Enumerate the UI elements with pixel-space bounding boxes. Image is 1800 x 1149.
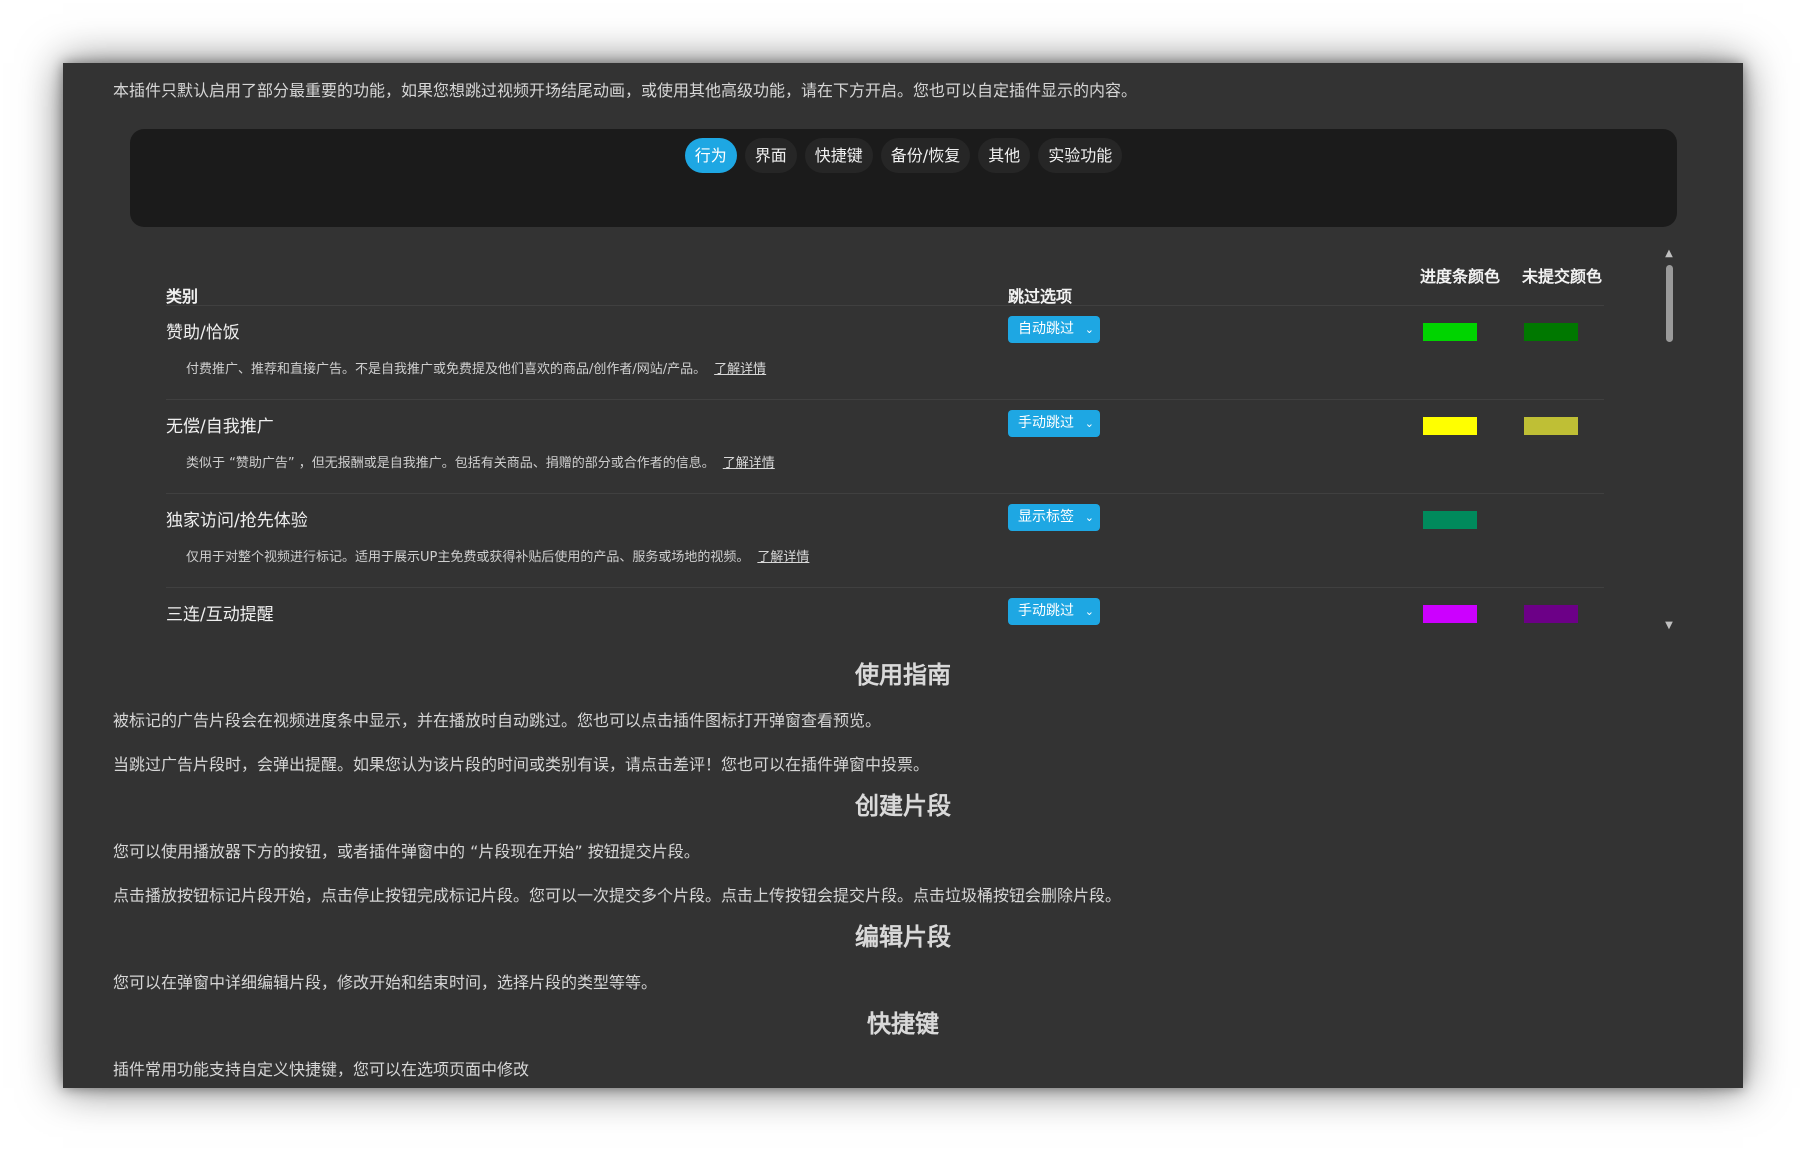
tab-backup-restore[interactable]: 备份/恢复 bbox=[880, 138, 971, 173]
learn-more-link[interactable]: 了解详情 bbox=[714, 362, 766, 377]
chevron-down-icon: ⌄ bbox=[1084, 605, 1094, 618]
header-skip-option: 跳过选项 bbox=[1008, 287, 1073, 306]
skip-option-select[interactable]: 手动跳过 ⌄ bbox=[1008, 598, 1100, 625]
unsubmitted-color-swatch[interactable] bbox=[1524, 323, 1578, 341]
tab-other[interactable]: 其他 bbox=[978, 138, 1031, 173]
table-scrollbar[interactable]: ▲ ▼ bbox=[1663, 248, 1675, 638]
tab-interface[interactable]: 界面 bbox=[744, 138, 797, 173]
paragraph: 您可以在弹窗中详细编辑片段，修改开始和结束时间，选择片段的类型等等。 bbox=[113, 973, 658, 992]
table-row: 无偿/自我推广 类似于 “赞助广告” ，但无报酬或是自我推广。包括有关商品、捐赠… bbox=[166, 400, 1604, 494]
unsubmitted-color-swatch[interactable] bbox=[1524, 605, 1578, 623]
chevron-down-icon: ⌄ bbox=[1084, 323, 1094, 336]
select-value: 手动跳过 bbox=[1018, 415, 1074, 431]
select-value: 手动跳过 bbox=[1018, 603, 1074, 619]
unsubmitted-color-swatch[interactable] bbox=[1524, 417, 1578, 435]
section-title-create-segment: 创建片段 bbox=[855, 792, 951, 820]
bar-color-swatch[interactable] bbox=[1423, 323, 1477, 341]
select-value: 显示标签 bbox=[1018, 509, 1074, 525]
scroll-up-arrow-icon[interactable]: ▲ bbox=[1663, 248, 1675, 259]
header-category: 类别 bbox=[166, 287, 199, 306]
section-title-usage-guide: 使用指南 bbox=[855, 661, 951, 689]
description-text: 仅用于对整个视频进行标记。适用于展示UP主免费或获得补贴后使用的产品、服务或场地… bbox=[186, 550, 750, 565]
category-name: 无偿/自我推广 bbox=[166, 417, 274, 437]
category-description: 类似于 “赞助广告” ，但无报酬或是自我推广。包括有关商品、捐赠的部分或合作者的… bbox=[186, 452, 775, 471]
header-bar-color: 进度条颜色 bbox=[1420, 267, 1501, 286]
description-text: 付费推广、推荐和直接广告。不是自我推广或免费提及他们喜欢的商品/创作者/网站/产… bbox=[186, 362, 707, 377]
learn-more-link[interactable]: 了解详情 bbox=[757, 550, 809, 565]
category-name: 独家访问/抢先体验 bbox=[166, 511, 308, 531]
description-text: 类似于 “赞助广告” ，但无报酬或是自我推广。包括有关商品、捐赠的部分或合作者的… bbox=[186, 456, 715, 471]
paragraph: 您可以使用播放器下方的按钮，或者插件弹窗中的 “片段现在开始” 按钮提交片段。 bbox=[113, 842, 700, 861]
skip-option-select[interactable]: 手动跳过 ⌄ bbox=[1008, 410, 1100, 437]
scroll-down-arrow-icon[interactable]: ▼ bbox=[1663, 620, 1675, 631]
bar-color-swatch[interactable] bbox=[1423, 511, 1477, 529]
scrollbar-thumb[interactable] bbox=[1666, 265, 1673, 342]
bar-color-swatch[interactable] bbox=[1423, 605, 1477, 623]
skip-option-select[interactable]: 显示标签 ⌄ bbox=[1008, 504, 1100, 531]
tab-bar: 行为 界面 快捷键 备份/恢复 其他 实验功能 bbox=[130, 129, 1677, 227]
category-description: 付费推广、推荐和直接广告。不是自我推广或免费提及他们喜欢的商品/创作者/网站/产… bbox=[186, 358, 766, 377]
skip-option-select[interactable]: 自动跳过 ⌄ bbox=[1008, 316, 1100, 343]
tab-experimental[interactable]: 实验功能 bbox=[1038, 138, 1123, 173]
category-name: 三连/互动提醒 bbox=[166, 605, 274, 625]
table-header: 类别 跳过选项 进度条颜色 未提交颜色 bbox=[166, 255, 1604, 306]
category-name: 赞助/恰饭 bbox=[166, 323, 240, 343]
tab-shortcuts[interactable]: 快捷键 bbox=[804, 138, 873, 173]
section-title-edit-segment: 编辑片段 bbox=[855, 923, 951, 951]
intro-text: 本插件只默认启用了部分最重要的功能，如果您想跳过视频开场结尾动画，或使用其他高级… bbox=[113, 81, 1138, 100]
paragraph: 当跳过广告片段时，会弹出提醒。如果您认为该片段的时间或类别有误，请点击差评！您也… bbox=[113, 755, 930, 774]
bar-color-swatch[interactable] bbox=[1423, 417, 1477, 435]
paragraph: 插件常用功能支持自定义快捷键，您可以在选项页面中修改 bbox=[113, 1060, 530, 1079]
table-row: 独家访问/抢先体验 仅用于对整个视频进行标记。适用于展示UP主免费或获得补贴后使… bbox=[166, 494, 1604, 588]
options-window: 本插件只默认启用了部分最重要的功能，如果您想跳过视频开场结尾动画，或使用其他高级… bbox=[63, 63, 1743, 1088]
table-row: 赞助/恰饭 付费推广、推荐和直接广告。不是自我推广或免费提及他们喜欢的商品/创作… bbox=[166, 306, 1604, 400]
tab-behavior[interactable]: 行为 bbox=[684, 138, 737, 173]
section-title-shortcuts: 快捷键 bbox=[867, 1010, 939, 1038]
chevron-down-icon: ⌄ bbox=[1084, 417, 1094, 430]
paragraph: 点击播放按钮标记片段开始，点击停止按钮完成标记片段。您可以一次提交多个片段。点击… bbox=[113, 886, 1122, 905]
category-description: 仅用于对整个视频进行标记。适用于展示UP主免费或获得补贴后使用的产品、服务或场地… bbox=[186, 546, 809, 565]
header-unsubmitted-color: 未提交颜色 bbox=[1522, 267, 1603, 286]
learn-more-link[interactable]: 了解详情 bbox=[723, 456, 775, 471]
chevron-down-icon: ⌄ bbox=[1084, 511, 1094, 524]
paragraph: 被标记的广告片段会在视频进度条中显示，并在播放时自动跳过。您也可以点击插件图标打… bbox=[113, 711, 882, 730]
select-value: 自动跳过 bbox=[1018, 321, 1074, 337]
category-table: 类别 跳过选项 进度条颜色 未提交颜色 赞助/恰饭 付费推广、推荐和直接广告。不… bbox=[130, 243, 1685, 703]
